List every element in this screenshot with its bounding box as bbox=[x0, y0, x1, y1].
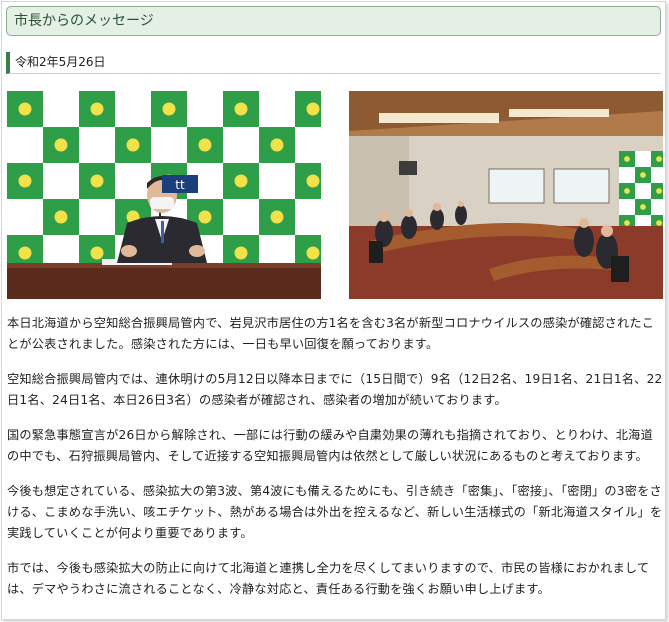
flower-mark bbox=[234, 246, 248, 260]
photo-meeting-room bbox=[349, 91, 663, 299]
flower-mark bbox=[624, 156, 630, 162]
flower-mark bbox=[306, 246, 320, 260]
backdrop-tile bbox=[635, 151, 651, 167]
date-text: 令和2年5月26日 bbox=[15, 55, 106, 69]
flower-mark bbox=[624, 188, 630, 194]
backdrop-tile bbox=[651, 167, 663, 183]
flower-mark bbox=[54, 138, 68, 152]
meeting-room-image bbox=[349, 91, 663, 299]
section-header: 市長からのメッセージ bbox=[6, 6, 661, 36]
backdrop-tile bbox=[43, 163, 79, 199]
flower-mark bbox=[640, 172, 646, 178]
flower-mark bbox=[198, 210, 212, 224]
backdrop-tile bbox=[259, 163, 295, 199]
flower-mark bbox=[306, 102, 320, 116]
backdrop-tile bbox=[635, 183, 651, 199]
backdrop-tile bbox=[7, 199, 43, 235]
flower-mark bbox=[90, 174, 104, 188]
flower-mark bbox=[90, 102, 104, 116]
flower-mark bbox=[270, 138, 284, 152]
flower-mark bbox=[18, 102, 32, 116]
backdrop-tile bbox=[79, 199, 115, 235]
paragraph-1: 本日北海道から空知総合振興局管内で、岩見沢市居住の方1名を含む3名が新型コロナウ… bbox=[7, 316, 655, 351]
backdrop-tile bbox=[619, 167, 635, 183]
sign-text: tt bbox=[175, 178, 185, 192]
flower-mark bbox=[624, 220, 630, 226]
date-heading: 令和2年5月26日 bbox=[6, 52, 661, 74]
desk bbox=[7, 263, 321, 299]
flower-mark bbox=[656, 188, 662, 194]
backdrop-tile bbox=[259, 91, 295, 127]
paragraph-4: 今後も想定されている、感染拡大の第3波、第4波にも備えるためにも、引き続き「密集… bbox=[7, 484, 663, 540]
backdrop-tile bbox=[43, 91, 79, 127]
flower-mark bbox=[126, 138, 140, 152]
paragraph-3: 国の緊急事態宣言が26日から解除され、一部には行動の緩みや自粛効果の薄れも指摘さ… bbox=[7, 428, 653, 463]
backdrop-tile bbox=[295, 199, 321, 235]
backdrop-tile bbox=[223, 127, 259, 163]
backdrop-tile bbox=[295, 127, 321, 163]
backdrop-tile bbox=[151, 127, 187, 163]
backdrop-tile bbox=[115, 91, 151, 127]
flower-mark bbox=[234, 174, 248, 188]
flower-mark bbox=[656, 156, 662, 162]
backdrop-tile bbox=[7, 127, 43, 163]
photo-press-conference: tt bbox=[7, 91, 321, 299]
flower-mark bbox=[54, 210, 68, 224]
flower-mark bbox=[18, 246, 32, 260]
flower-mark bbox=[18, 174, 32, 188]
mask bbox=[150, 197, 174, 209]
press-conference-image: tt bbox=[7, 91, 321, 299]
flower-mark bbox=[234, 102, 248, 116]
flower-mark bbox=[306, 174, 320, 188]
flower-mark bbox=[90, 246, 104, 260]
flower-mark bbox=[270, 210, 284, 224]
flower-mark bbox=[162, 102, 176, 116]
paragraph-2: 空知総合振興局管内では、連休明けの5月12日以降本日までに（15日間で）9名（1… bbox=[7, 372, 663, 407]
message-body: 本日北海道から空知総合振興局管内で、岩見沢市居住の方1名を含む3名が新型コロナウ… bbox=[7, 313, 664, 614]
backdrop-tile bbox=[651, 199, 663, 215]
flower-mark bbox=[640, 204, 646, 210]
backdrop-tile bbox=[223, 199, 259, 235]
flower-mark bbox=[656, 220, 662, 226]
flower-mark bbox=[198, 138, 212, 152]
paragraph-5: 市では、今後も感染拡大の防止に向けて北海道と連携し全力を尽くしてまいりますので、… bbox=[7, 561, 650, 596]
backdrop-tile bbox=[115, 163, 151, 199]
backdrop-tile bbox=[619, 199, 635, 215]
section-title: 市長からのメッセージ bbox=[14, 13, 154, 29]
backdrop-tile bbox=[187, 91, 223, 127]
backdrop-tile bbox=[79, 127, 115, 163]
